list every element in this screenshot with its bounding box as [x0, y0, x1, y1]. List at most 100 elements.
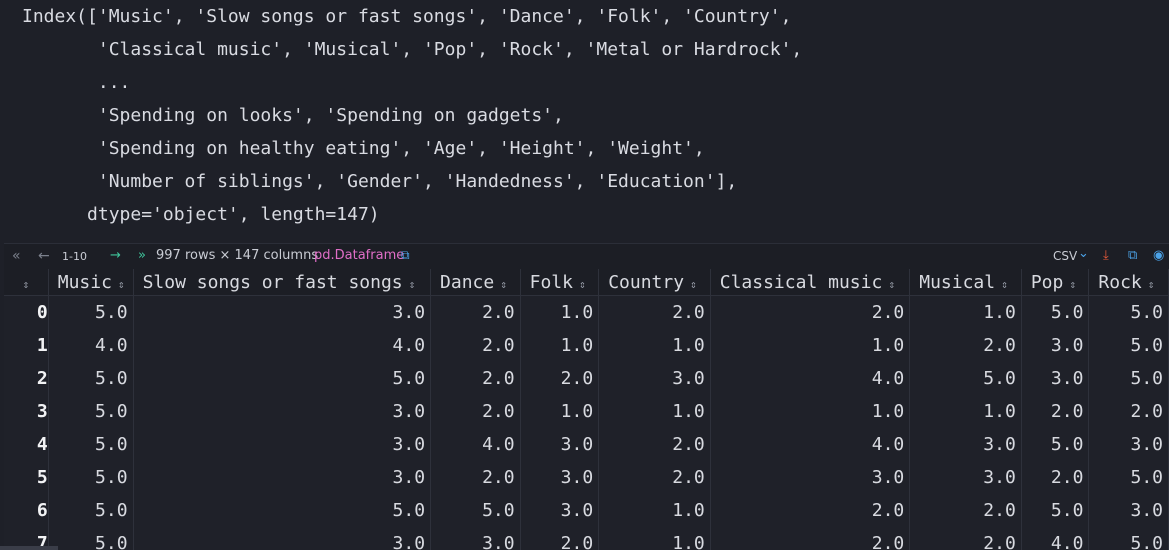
- table-cell: 2.0: [520, 527, 600, 550]
- column-header-label: Pop: [1030, 271, 1064, 293]
- index-column-header[interactable]: ⇕: [4, 269, 49, 296]
- first-page-icon[interactable]: «: [12, 248, 21, 264]
- table-cell: 3.0: [520, 428, 600, 461]
- table-cell: 1.0: [598, 494, 711, 527]
- table-cell: 2.0: [430, 395, 521, 428]
- table-cell: 5.0: [133, 362, 432, 395]
- table-cell: 2.0: [430, 461, 521, 494]
- open-in-new-icon[interactable]: ⧉: [1128, 248, 1137, 263]
- prev-page-icon[interactable]: ←: [38, 248, 50, 264]
- table-cell: 5.0: [48, 295, 134, 329]
- table-row: 5 5.0 3.0 2.0 3.0 2.0 3.0 3.0 2.0 5.0: [4, 461, 1169, 494]
- table-cell: 2.0: [909, 494, 1022, 527]
- table-cell: 3.0: [133, 527, 432, 550]
- table-cell: 2.0: [1021, 395, 1090, 428]
- table-cell: 4.0: [48, 329, 134, 362]
- sort-icon[interactable]: ⇕: [23, 278, 30, 291]
- table-cell: 3.0: [1021, 329, 1090, 362]
- horizontal-scrollbar[interactable]: [0, 546, 58, 550]
- table-cell: 3.0: [598, 362, 711, 395]
- sort-icon[interactable]: ⇕: [690, 278, 697, 291]
- row-index: 2: [4, 362, 49, 395]
- sort-icon[interactable]: ⇕: [1001, 278, 1008, 291]
- table-row: 1 4.0 4.0 2.0 1.0 1.0 1.0 2.0 3.0 5.0: [4, 329, 1169, 362]
- table-cell: 2.0: [430, 362, 521, 395]
- table-cell: 1.0: [710, 329, 911, 362]
- row-index: 4: [4, 428, 49, 461]
- table-cell: 1.0: [520, 295, 600, 329]
- chevron-down-icon[interactable]: ⌄: [1078, 246, 1089, 261]
- table-cell: 5.0: [1021, 494, 1090, 527]
- table-cell: 2.0: [909, 527, 1022, 550]
- table-cell: 2.0: [1021, 461, 1090, 494]
- sort-icon[interactable]: ⇕: [118, 278, 125, 291]
- table-cell: 4.0: [710, 362, 911, 395]
- last-page-icon[interactable]: »: [138, 248, 146, 263]
- table-cell: 1.0: [520, 329, 600, 362]
- table-cell: 3.0: [909, 461, 1022, 494]
- column-header-folk[interactable]: Folk ⇕: [520, 269, 600, 296]
- column-header-label: Slow songs or fast songs: [142, 271, 403, 293]
- table-cell: 3.0: [133, 461, 432, 494]
- table-cell: 1.0: [598, 527, 711, 550]
- column-header-label: Dance: [440, 271, 495, 293]
- table-cell: 3.0: [710, 461, 911, 494]
- table-cell: 1.0: [710, 395, 911, 428]
- next-page-icon[interactable]: →: [110, 248, 121, 263]
- table-cell: 4.0: [430, 428, 521, 461]
- table-header-row: ⇕ Music ⇕ Slow songs or fast songs ⇕ Dance…: [4, 269, 1169, 296]
- export-format-select[interactable]: CSV: [1053, 249, 1077, 263]
- table-cell: 4.0: [133, 329, 432, 362]
- sort-icon[interactable]: ⇕: [500, 278, 507, 291]
- table-cell: 5.0: [48, 362, 134, 395]
- column-header-pop[interactable]: Pop ⇕: [1021, 269, 1090, 296]
- page-range[interactable]: 1-10: [62, 250, 87, 263]
- column-header-musical[interactable]: Musical ⇕: [909, 269, 1022, 296]
- table-cell: 5.0: [1021, 428, 1090, 461]
- table-cell: 3.0: [133, 295, 432, 329]
- column-header-classical-music[interactable]: Classical music ⇕: [710, 269, 911, 296]
- column-header-country[interactable]: Country ⇕: [598, 269, 711, 296]
- column-header-music[interactable]: Music ⇕: [48, 269, 134, 296]
- output-line: 'Number of siblings', 'Gender', 'Handedn…: [22, 171, 738, 192]
- table-cell: 2.0: [710, 295, 911, 329]
- column-header-dance[interactable]: Dance ⇕: [430, 269, 521, 296]
- table-cell: 3.0: [520, 461, 600, 494]
- table-cell: 3.0: [133, 395, 432, 428]
- output-line: Index(['Music', 'Slow songs or fast song…: [22, 6, 792, 27]
- table-cell: 3.0: [430, 527, 521, 550]
- table-cell: 1.0: [909, 295, 1022, 329]
- table-cell: 5.0: [1088, 461, 1169, 494]
- table-cell: 2.0: [598, 461, 711, 494]
- column-header-label: Country: [608, 271, 685, 293]
- table-cell: 5.0: [1088, 329, 1169, 362]
- dataframe-link[interactable]: pd.Dataframe: [314, 248, 404, 263]
- table-row: 4 5.0 3.0 4.0 3.0 2.0 4.0 3.0 5.0 3.0: [4, 428, 1169, 461]
- dataframe-table: ⇕ Music ⇕ Slow songs or fast songs ⇕ Dance…: [4, 269, 1169, 550]
- sort-icon[interactable]: ⇕: [1069, 278, 1076, 291]
- download-icon[interactable]: ⤓: [1103, 248, 1109, 263]
- table-cell: 5.0: [1088, 295, 1169, 329]
- table-cell: 5.0: [48, 428, 134, 461]
- column-header-rock[interactable]: Rock ⇕: [1088, 269, 1169, 296]
- table-cell: 3.0: [133, 428, 432, 461]
- table-cell: 1.0: [598, 329, 711, 362]
- table-cell: 5.0: [430, 494, 521, 527]
- table-cell: 5.0: [133, 494, 432, 527]
- eye-icon[interactable]: ◉: [1153, 248, 1164, 263]
- table-cell: 2.0: [909, 329, 1022, 362]
- output-line: ...: [22, 72, 131, 93]
- table-cell: 5.0: [48, 395, 134, 428]
- sort-icon[interactable]: ⇕: [1148, 278, 1155, 291]
- table-summary: 997 rows × 147 columns: [156, 248, 319, 263]
- table-cell: 1.0: [909, 395, 1022, 428]
- sort-icon[interactable]: ⇕: [409, 278, 416, 291]
- column-header-slow-songs-or-fast-songs[interactable]: Slow songs or fast songs ⇕: [133, 269, 432, 296]
- sort-icon[interactable]: ⇕: [888, 278, 895, 291]
- sort-icon[interactable]: ⇕: [579, 278, 586, 291]
- external-link-icon[interactable]: ⧉: [401, 248, 410, 263]
- column-header-label: Music: [57, 271, 112, 293]
- table-cell: 5.0: [48, 527, 134, 550]
- output-line: 'Spending on looks', 'Spending on gadget…: [22, 105, 564, 126]
- table-cell: 3.0: [520, 494, 600, 527]
